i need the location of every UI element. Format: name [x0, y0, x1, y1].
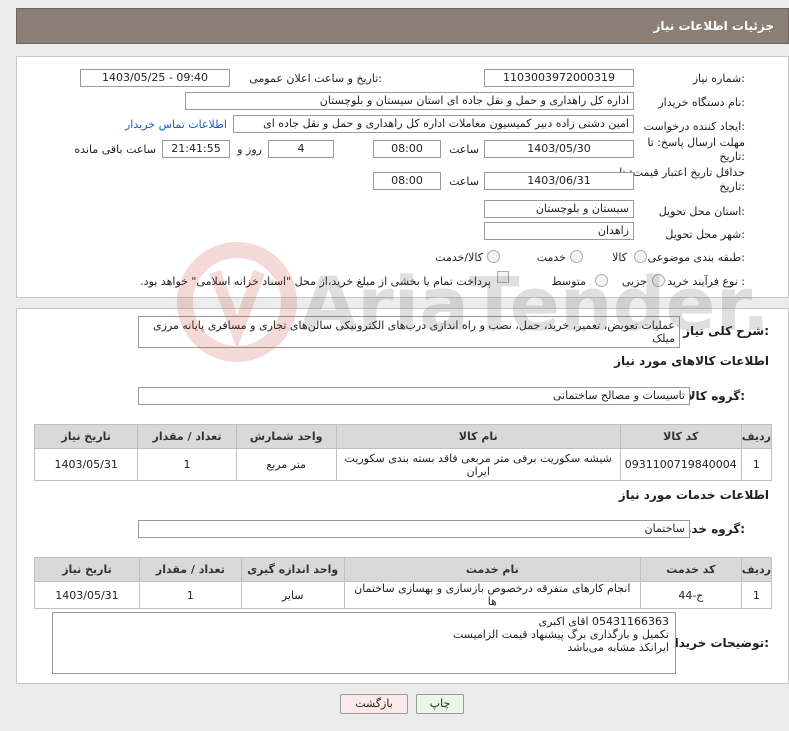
validity-time-field[interactable]: 08:00 — [373, 172, 441, 190]
services-col-unit: واحد اندازه گیری — [240, 557, 345, 582]
reply-date-field[interactable]: 1403/05/30 — [484, 140, 634, 158]
description-label: شرح کلی نیاز: — [683, 324, 769, 338]
treasury-payment-checkbox[interactable] — [497, 271, 509, 283]
time-remaining-label: ساعت باقی مانده — [74, 143, 156, 156]
days-label: روز و — [237, 143, 262, 156]
province-field[interactable]: سیستان و بلوچستان — [484, 200, 634, 218]
goods-cell-row: 1 — [740, 448, 773, 481]
page-title: جزئیات اطلاعات نیاز — [653, 19, 774, 33]
services-col-name: نام خدمت — [343, 557, 641, 582]
province-label: استان محل تحویل: — [658, 205, 745, 218]
goods-col-date: تاریخ نیاز — [33, 424, 139, 449]
services-cell-row: 1 — [740, 581, 773, 609]
buyer-contact-link[interactable]: اطلاعات تماس خریدار — [125, 118, 227, 131]
announce-datetime-field[interactable]: 1403/05/25 - 09:40 — [80, 69, 230, 87]
category-goods-radio[interactable] — [634, 250, 647, 263]
category-service-radio[interactable] — [570, 250, 583, 263]
services-cell-qty: 1 — [138, 581, 242, 609]
category-goods-label: کالا — [612, 251, 627, 264]
services-table: ردیف کد خدمت نام خدمت واحد اندازه گیری ت… — [34, 557, 773, 609]
services-cell-date: 1403/05/31 — [34, 581, 140, 609]
category-label: طبقه بندی موضوعی: — [647, 251, 745, 264]
page-header: جزئیات اطلاعات نیاز — [16, 8, 789, 44]
goods-col-name: نام کالا — [335, 424, 621, 449]
process-medium-label: متوسط — [551, 275, 586, 288]
goods-col-code: کد کالا — [619, 424, 742, 449]
announce-datetime-label: تاریخ و ساعت اعلان عمومی: — [249, 72, 382, 85]
print-button[interactable]: چاپ — [416, 694, 464, 714]
requester-label: ایجاد کننده درخواست: — [643, 120, 745, 133]
requester-field[interactable]: امین دشتی زاده دبیر کمیسیون معاملات ادار… — [233, 115, 634, 133]
services-section-title: اطلاعات خدمات مورد نیاز — [618, 488, 769, 502]
treasury-payment-note: پرداخت تمام یا بخشی از مبلغ خرید،از محل … — [140, 275, 491, 288]
goods-cell-qty: 1 — [137, 448, 237, 481]
validity-time-label: ساعت — [449, 175, 479, 188]
validity-date-field[interactable]: 1403/06/31 — [484, 172, 634, 190]
need-number-field[interactable]: 1103003972000319 — [484, 69, 634, 87]
days-remaining-field[interactable]: 4 — [268, 140, 334, 158]
description-field[interactable]: عملیات تعویض، تعمیر، خرید، حمل، نصب و را… — [138, 316, 680, 348]
goods-section-title: اطلاعات کالاهای مورد نیاز — [614, 354, 769, 368]
services-col-code: کد خدمت — [639, 557, 742, 582]
city-field[interactable]: زاهدان — [484, 222, 634, 240]
goods-table: ردیف کد کالا نام کالا واحد شمارش تعداد /… — [33, 424, 773, 481]
reply-deadline-label: مهلت ارسال پاسخ: تا تاریخ: — [647, 136, 745, 163]
buyer-org-label: نام دستگاه خریدار: — [658, 96, 745, 109]
category-service-label: خدمت — [536, 251, 566, 264]
time-remaining-field[interactable]: 21:41:55 — [162, 140, 230, 158]
services-col-qty: تعداد / مقدار — [138, 557, 242, 582]
goods-cell-name: شیشه سکوریت برفی متر مربعی فاقد بسته بند… — [335, 448, 621, 481]
buyer-org-field[interactable]: اداره کل راهداری و حمل و نقل جاده ای است… — [185, 92, 634, 110]
services-cell-code: ج-44 — [639, 581, 742, 609]
back-button[interactable]: بازگشت — [340, 694, 408, 714]
reply-time-field[interactable]: 08:00 — [373, 140, 441, 158]
buyer-notes-field[interactable]: 05431166363 اقای اکبری تکمیل و بارگذاری … — [52, 612, 676, 674]
goods-col-row: ردیف — [740, 424, 773, 449]
services-cell-unit: سایر — [240, 581, 345, 609]
category-goods-service-label: کالا/خدمت — [435, 251, 483, 264]
services-col-row: ردیف — [740, 557, 773, 582]
category-goods-service-radio[interactable] — [487, 250, 500, 263]
city-label: شهر محل تحویل: — [665, 228, 745, 241]
price-validity-label: حداقل تاریخ اعتبار قیمت: تا تاریخ: — [619, 166, 745, 193]
process-minor-label: جزیی — [621, 275, 647, 288]
goods-cell-unit: متر مربع — [235, 448, 337, 481]
services-group-field[interactable]: ساختمان — [138, 520, 690, 538]
goods-group-field[interactable]: تاسیسات و مصالح ساختمانی — [138, 387, 690, 405]
reply-time-label: ساعت — [449, 143, 479, 156]
process-type-label: نوع فرآیند خرید : — [667, 275, 745, 288]
goods-col-qty: تعداد / مقدار — [137, 424, 237, 449]
services-cell-name: انجام کارهای متفرقه درخصوص بازسازی و بهس… — [343, 581, 641, 609]
process-medium-radio[interactable] — [595, 274, 608, 287]
buyer-notes-label: توضیحات خریدار: — [667, 636, 769, 650]
goods-cell-code: 0931100719840004 — [619, 448, 742, 481]
services-col-date: تاریخ نیاز — [34, 557, 140, 582]
table-row: 1 ج-44 انجام کارهای متفرقه درخصوص بازساز… — [34, 581, 773, 609]
need-number-label: شماره نیاز: — [692, 72, 745, 85]
table-row: 1 0931100719840004 شیشه سکوریت برفی متر … — [33, 448, 773, 481]
goods-cell-date: 1403/05/31 — [33, 448, 139, 481]
goods-col-unit: واحد شمارش — [235, 424, 337, 449]
process-minor-radio[interactable] — [652, 274, 665, 287]
goods-group-label: گروه کالا: — [686, 389, 745, 403]
